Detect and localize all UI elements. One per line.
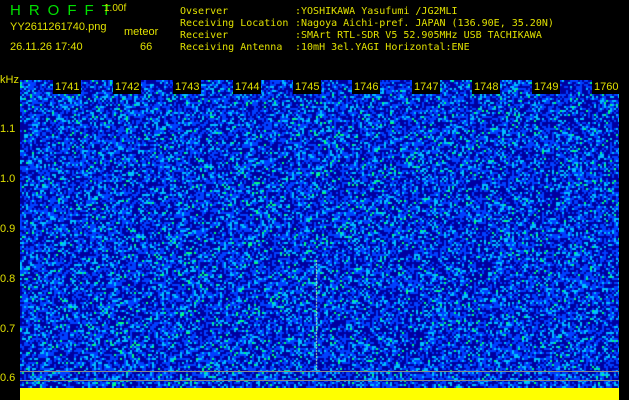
y-unit-label: kHz [0,74,19,86]
x-tick-label: 1747 [412,80,441,94]
filename-label: YY2611261740.png [10,21,107,33]
info-key: Receiver [180,30,229,41]
info-key: Receiving Antenna [180,42,283,53]
info-value: :Nagoya Aichi-pref. JAPAN (136.90E, 35.2… [295,18,554,29]
info-row-receiver: Receiver :SMArt RTL-SDR V5 52.905MHz USB … [180,30,554,42]
y-tick-label: 0.9 [0,223,16,235]
x-tick-label: 1741 [53,80,82,94]
reference-line [20,371,619,372]
meteor-label: meteor [124,26,159,38]
info-row-observer: Ovserver :YOSHIKAWA Yasufumi /JG2MLI [180,6,554,18]
version-label: 1.00f [104,3,127,14]
info-row-antenna: Receiving Antenna :10mH 3el.YAGI Horizont… [180,42,554,54]
x-tick-label: 1745 [293,80,322,94]
x-tick-label: 1742 [113,80,142,94]
info-row-location: Receiving Location :Nagoya Aichi-pref. JA… [180,18,554,30]
x-tick-label: 1746 [352,80,381,94]
info-key: Ovserver [180,6,229,17]
bottom-signal-bar [20,388,619,400]
reference-line [20,380,619,381]
y-tick-label: 1.0 [0,173,16,185]
x-tick-label: 1760 [592,80,621,94]
info-key: Receiving Location [180,18,289,29]
meteor-count: 66 [140,41,153,53]
y-tick-label: 0.7 [0,323,16,335]
x-tick-label: 1748 [472,80,501,94]
info-value: :YOSHIKAWA Yasufumi /JG2MLI [295,6,458,17]
app-title: HROFFT [10,2,119,19]
x-tick-label: 1744 [233,80,262,94]
y-tick-label: 1.1 [0,123,16,135]
datetime-label: 26.11.26 17:40 [10,41,83,53]
y-tick-label: 0.6 [0,372,16,384]
info-value: :10mH 3el.YAGI Horizontal:ENE [295,42,470,53]
info-value: :SMArt RTL-SDR V5 52.905MHz USB TACHIKAW… [295,30,542,41]
station-info: Ovserver :YOSHIKAWA Yasufumi /JG2MLI Rece… [180,6,554,54]
x-tick-label: 1749 [532,80,561,94]
y-tick-label: 0.8 [0,273,16,285]
spectrogram-canvas [20,80,619,388]
x-tick-label: 1743 [173,80,202,94]
